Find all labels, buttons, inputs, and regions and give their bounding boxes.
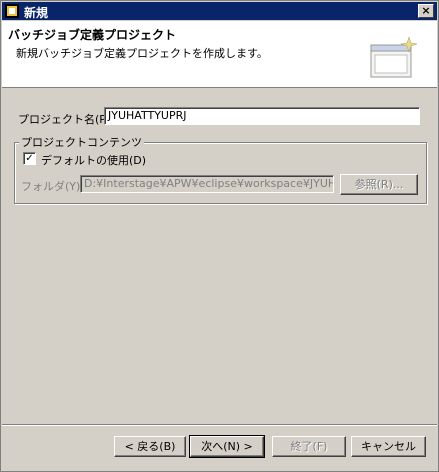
banner-title: バッチジョブ定義プロジェクト — [8, 28, 177, 42]
browse-button[interactable]: 参照(R)... — [340, 174, 418, 195]
back-button[interactable]: < 戻る(B) — [114, 436, 186, 457]
banner-description: 新規バッチジョブ定義プロジェクトを作成します。 — [16, 47, 268, 60]
project-contents-title: プロジェクトコンテンツ — [19, 134, 144, 150]
wizard-banner: バッチジョブ定義プロジェクト 新規バッチジョブ定義プロジェクトを作成します。 — [2, 21, 437, 88]
project-name-label: プロジェクト名(P): — [18, 113, 114, 126]
use-default-label[interactable]: デフォルトの使用(D) — [41, 152, 146, 168]
title-bar[interactable]: 新規 × — [2, 2, 437, 20]
folder-input[interactable]: D:¥Interstage¥APW¥eclipse¥workspace¥JYUH… — [80, 175, 334, 193]
new-window-icon — [370, 36, 417, 78]
window-title: 新規 — [24, 6, 49, 20]
finish-button[interactable]: 終了(F) — [272, 436, 346, 457]
project-name-input[interactable]: JYUHATTYUPRJ — [104, 107, 420, 125]
wizard-dialog: 新規 × バッチジョブ定義プロジェクト 新規バッチジョブ定義プロジェクトを作成し… — [0, 0, 439, 472]
close-button[interactable]: × — [418, 4, 434, 18]
cancel-button[interactable]: キャンセル — [351, 436, 426, 457]
app-icon — [5, 4, 19, 18]
use-default-checkbox[interactable]: ✓ — [23, 152, 36, 165]
next-button[interactable]: 次へ(N) > — [189, 435, 265, 458]
folder-label: フォルダ(Y): — [21, 180, 85, 193]
button-bar-separator — [2, 424, 437, 426]
